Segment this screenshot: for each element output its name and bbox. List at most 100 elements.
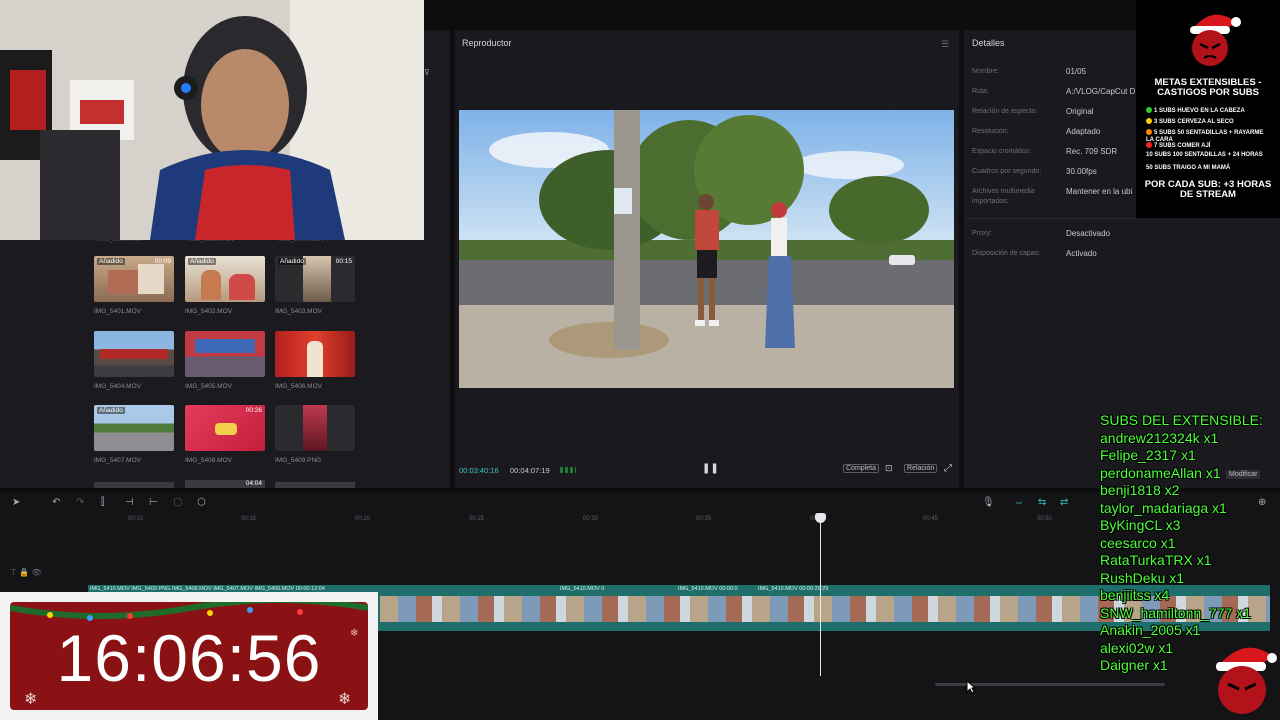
video-preview[interactable] bbox=[459, 110, 954, 388]
goal-dot-icon bbox=[1146, 118, 1152, 124]
media-thumbnail[interactable]: Añadido 00:15 bbox=[275, 256, 355, 302]
media-item[interactable]: IMG_5409.PNG bbox=[275, 405, 355, 464]
goal-row: 10 SUBS 100 SENTADILLAS + 24 HORAS bbox=[1146, 152, 1263, 158]
media-thumbnail[interactable]: 00:26 bbox=[185, 405, 265, 451]
angry-santa-icon bbox=[1216, 647, 1277, 714]
sub-entry: andrew212324k x1 bbox=[1100, 429, 1219, 446]
media-thumbnail[interactable] bbox=[185, 331, 265, 377]
detail-label: Archivos multimedia importados: bbox=[972, 188, 1035, 205]
media-name: IMG_5404.MOV bbox=[94, 383, 141, 390]
added-badge: Añadido bbox=[188, 258, 216, 265]
pause-icon[interactable]: ❚❚ bbox=[702, 463, 719, 474]
media-thumbnail[interactable]: Añadido 00:09 bbox=[94, 256, 174, 302]
clip-label: IMG_5410.MOV 0 bbox=[560, 586, 605, 592]
media-thumbnail[interactable] bbox=[275, 331, 355, 377]
ruler-tick: 00:20 bbox=[355, 516, 371, 522]
detail-value: Original bbox=[1066, 107, 1094, 116]
link-icon[interactable]: ⇆ bbox=[1038, 497, 1046, 508]
sub-entry: Felipe_2317 x1 bbox=[1100, 447, 1196, 463]
microphone-icon[interactable]: 🎙 bbox=[982, 497, 995, 508]
detail-value: Mantener en la ubi bbox=[1066, 187, 1133, 196]
duration-label: 00:09 bbox=[154, 258, 171, 265]
media-item[interactable]: IMG_5404.MOV bbox=[94, 331, 174, 390]
goal-subs: 7 SUBS bbox=[1154, 143, 1176, 149]
media-thumbnail[interactable] bbox=[94, 482, 174, 488]
snapshot-icon[interactable]: ⊡ bbox=[885, 463, 893, 474]
full-quality-button[interactable]: Completa bbox=[843, 464, 879, 473]
sub-entry: SNW_hamiltonn_777 x1 bbox=[1100, 604, 1251, 621]
media-item[interactable]: IMG_5406.MOV bbox=[275, 331, 355, 390]
goals-overlay: METAS EXTENSIBLES - CASTIGOS POR SUBS 1 … bbox=[1136, 0, 1280, 218]
detail-label: Espacio cromático: bbox=[972, 148, 1032, 155]
mouse-cursor-icon bbox=[966, 680, 976, 694]
media-name: IMG_5403.MOV bbox=[275, 308, 322, 315]
media-thumbnail[interactable]: 04:04 bbox=[185, 480, 265, 488]
added-badge: Añadido bbox=[278, 258, 306, 265]
ruler-tick: 00:35 bbox=[696, 516, 712, 522]
snap-icon[interactable]: ⇔ bbox=[1014, 497, 1024, 508]
webcam-overlay bbox=[0, 0, 424, 240]
clip-label: IMG_5410.MOV 00:00:29:29 bbox=[758, 586, 829, 592]
preview-axis-icon[interactable]: ⇄ bbox=[1060, 497, 1068, 508]
playhead[interactable] bbox=[820, 516, 821, 676]
goal-subs: 1 SUBS bbox=[1154, 108, 1176, 114]
media-item[interactable]: Añadido IMG_5407.MOV bbox=[94, 405, 174, 464]
split-icon[interactable]: ⫿ bbox=[101, 497, 104, 508]
media-item[interactable]: IMG_5405.MOV bbox=[185, 331, 265, 390]
goal-text: COMER AJÍ bbox=[1177, 143, 1211, 149]
split-left-icon[interactable]: ⊣ bbox=[125, 497, 134, 508]
goal-row: 50 SUBS TRAIGO A MI MAMÁ bbox=[1146, 165, 1230, 171]
split-right-icon[interactable]: ⊢ bbox=[149, 497, 158, 508]
media-item[interactable]: 00:26 IMG_5408.MOV bbox=[185, 405, 265, 464]
track-controls[interactable]: ⊤ 🔒 👁 bbox=[10, 568, 42, 577]
detail-value[interactable]: Desactivado bbox=[1066, 229, 1136, 238]
redo-icon[interactable]: ↷ bbox=[76, 497, 84, 508]
added-badge: Añadido bbox=[97, 258, 125, 265]
media-thumbnail[interactable] bbox=[275, 405, 355, 451]
ruler-tick: 00:15 bbox=[241, 516, 257, 522]
audio-meter-icon bbox=[560, 467, 576, 473]
player-title: Reproductor bbox=[462, 38, 512, 48]
sub-entry: taylor_madariaga x1 bbox=[1100, 499, 1227, 516]
goal-text: HUEVO EN LA CABEZA bbox=[1177, 108, 1245, 114]
select-tool-icon[interactable]: ➤ bbox=[12, 497, 20, 508]
media-thumbnail[interactable]: Añadido bbox=[94, 405, 174, 451]
media-name: IMG_5405.MOV bbox=[185, 383, 232, 390]
zoom-in-icon[interactable]: ⊕ bbox=[1258, 497, 1266, 508]
detail-label: Proxy: bbox=[972, 230, 992, 237]
media-item[interactable]: Añadido 00:15 IMG_5403.MOV bbox=[275, 256, 355, 315]
ratio-button[interactable]: Relación bbox=[904, 464, 938, 473]
player-menu-icon[interactable]: ☰ bbox=[941, 39, 949, 50]
media-item[interactable]: Añadido IMG_5402.MOV bbox=[185, 256, 265, 315]
sub-entry: benjiitss x4 bbox=[1100, 587, 1170, 603]
goal-row: 1 SUBS HUEVO EN LA CABEZA bbox=[1146, 107, 1245, 114]
media-name: IMG_5409.PNG bbox=[275, 457, 322, 464]
ruler-tick: 00:50 bbox=[1037, 516, 1053, 522]
ruler-tick: 00:10 bbox=[128, 516, 144, 522]
media-thumbnail[interactable] bbox=[275, 482, 355, 488]
marker-icon[interactable]: ⬡ bbox=[197, 497, 206, 508]
detail-label: Ruta: bbox=[972, 88, 989, 95]
sub-entry: RataTurkaTRX x1 bbox=[1100, 552, 1212, 568]
undo-icon[interactable]: ↶ bbox=[52, 497, 60, 508]
delete-icon[interactable]: ▢ bbox=[173, 497, 182, 508]
media-item[interactable]: Añadido 00:09 IMG_5401.MOV bbox=[94, 256, 174, 315]
goal-row: 7 SUBS COMER AJÍ bbox=[1146, 142, 1210, 149]
clock-time: 16:06:56 bbox=[56, 621, 322, 695]
media-name: IMG_5406.MOV bbox=[275, 383, 322, 390]
detail-label: Resolución: bbox=[972, 128, 1009, 135]
detail-label: Relación de aspecto: bbox=[972, 108, 1038, 115]
media-thumbnail[interactable]: Añadido bbox=[185, 256, 265, 302]
angry-santa-icon bbox=[1190, 14, 1241, 66]
detail-value[interactable]: Activado bbox=[1066, 249, 1136, 258]
media-filter-icon[interactable]: ⊽ bbox=[424, 68, 430, 77]
goal-subs: 5 SUBS bbox=[1154, 130, 1176, 136]
fullscreen-icon[interactable]: ⤢ bbox=[944, 463, 952, 474]
divider bbox=[966, 218, 1136, 219]
media-thumbnail[interactable] bbox=[94, 331, 174, 377]
modify-button[interactable]: Modificar bbox=[1226, 470, 1261, 479]
goal-text: TRAIGO A MI MAMÁ bbox=[1172, 165, 1231, 171]
screen: ⊽ IMG_5398.MOV IMG_5399.MOV IMG_5400.MOV… bbox=[0, 0, 1280, 720]
detail-label: Cuadros por segundo: bbox=[972, 168, 1042, 175]
detail-value: Adaptado bbox=[1066, 127, 1101, 136]
